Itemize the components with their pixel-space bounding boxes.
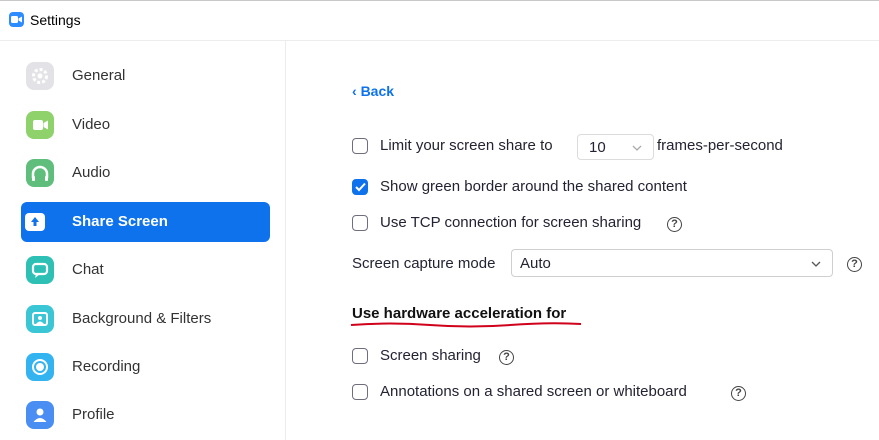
help-icon[interactable]: ? [667,217,682,232]
fps-suffix: frames-per-second [657,137,783,154]
sidebar-item-label: Recording [72,358,141,375]
hw-screen-sharing-label: Screen sharing [380,347,481,364]
back-button[interactable]: ‹ Back [352,83,394,99]
record-icon [26,353,54,381]
hw-screen-sharing-row: Screen sharing [352,346,572,368]
window-title: Settings [30,12,81,28]
video-camera-icon [26,111,54,139]
sidebar-item-label: Chat [72,261,104,278]
sidebar-item-profile[interactable]: Profile [21,395,270,435]
capture-mode-value: Auto [520,255,551,272]
chat-bubble-icon [26,256,54,284]
red-underline-annotation [350,322,582,328]
fps-select[interactable]: 10 [577,134,654,160]
sidebar-item-label: Share Screen [72,213,168,230]
capture-mode-label: Screen capture mode [352,255,496,272]
limit-fps-label: Limit your screen share to [380,137,553,154]
hw-screen-sharing-checkbox[interactable] [352,348,368,364]
help-icon[interactable]: ? [499,350,514,365]
sidebar-item-label: General [72,67,126,84]
title-bar: Settings [0,0,879,37]
tcp-label: Use TCP connection for screen sharing [380,214,642,231]
fps-value: 10 [589,139,606,156]
chevron-down-icon [811,261,821,267]
sidebar-item-label: Background & Filters [72,310,212,327]
sidebar-item-audio[interactable]: Audio [21,153,270,193]
chevron-left-icon: ‹ [352,83,357,99]
limit-fps-checkbox[interactable] [352,138,368,154]
app-camera-icon [9,12,24,27]
headphones-icon [26,159,54,187]
user-icon [26,401,54,429]
tcp-row: Use TCP connection for screen sharing [352,213,712,235]
sidebar-item-recording[interactable]: Recording [21,347,270,387]
chevron-down-icon [632,145,642,151]
hardware-acceleration-heading: Use hardware acceleration for [352,305,567,322]
sidebar-item-label: Profile [72,406,115,423]
gear-icon [26,62,54,90]
background-icon [26,305,54,333]
sidebar-item-chat[interactable]: Chat [21,250,270,290]
green-border-checkbox[interactable] [352,179,368,195]
help-icon[interactable]: ? [731,386,746,401]
help-icon[interactable]: ? [847,257,862,272]
hw-annotations-row: Annotations on a shared screen or whiteb… [352,382,772,404]
share-screen-advanced-panel: ‹ Back Limit your screen share to 10 fra… [286,41,879,440]
capture-mode-select[interactable]: Auto [511,249,833,277]
green-border-row: Show green border around the shared cont… [352,177,772,199]
checkmark-icon [355,182,366,192]
back-label: Back [360,83,395,99]
hw-annotations-label: Annotations on a shared screen or whiteb… [380,383,687,400]
tcp-checkbox[interactable] [352,215,368,231]
sidebar-item-share-screen[interactable]: Share Screen [21,202,270,242]
sidebar-item-general[interactable]: General [21,56,270,96]
sidebar-item-label: Audio [72,164,111,181]
hw-annotations-checkbox[interactable] [352,384,368,400]
green-border-label: Show green border around the shared cont… [380,178,687,195]
sidebar-item-label: Video [72,116,111,133]
sidebar-item-video[interactable]: Video [21,105,270,145]
settings-sidebar: General Video Audio Share Screen Chat Ba… [0,41,286,440]
sidebar-item-background-filters[interactable]: Background & Filters [21,299,270,339]
share-screen-icon [25,213,45,231]
